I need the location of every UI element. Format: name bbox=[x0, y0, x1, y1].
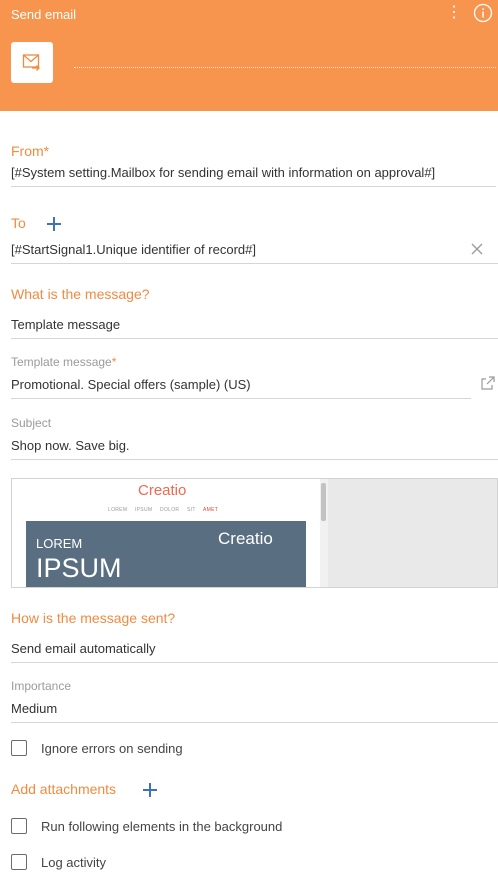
element-icon-button[interactable] bbox=[11, 42, 53, 83]
sending-mode-select[interactable]: Send email automatically bbox=[11, 641, 156, 656]
message-type-underline bbox=[11, 338, 498, 339]
subject-underline bbox=[11, 459, 498, 460]
add-attachments-title: Add attachments bbox=[11, 781, 117, 797]
banner-big-text: IPSUM bbox=[36, 553, 122, 583]
importance-underline bbox=[11, 722, 498, 723]
element-name-input[interactable] bbox=[74, 67, 496, 68]
more-menu-icon[interactable]: ⋮ bbox=[444, 2, 464, 24]
info-icon[interactable] bbox=[473, 3, 493, 23]
to-label: To bbox=[11, 215, 26, 231]
run-background-checkbox[interactable] bbox=[11, 818, 27, 834]
from-underline bbox=[11, 186, 496, 187]
ignore-errors-label: Ignore errors on sending bbox=[41, 741, 183, 756]
subject-field[interactable]: Shop now. Save big. bbox=[11, 438, 130, 453]
template-preview[interactable]: Creatio LOREM IPSUM DOLOR SIT AMET LOREM… bbox=[11, 478, 498, 588]
banner-small-text: LOREM bbox=[36, 536, 83, 551]
subject-label: Subject bbox=[11, 416, 52, 430]
add-recipient-button[interactable] bbox=[46, 216, 62, 232]
template-message-underline bbox=[11, 398, 471, 399]
element-title: Send email bbox=[11, 7, 77, 22]
message-type-select[interactable]: Template message bbox=[11, 317, 120, 332]
element-header: Send email ⋮ bbox=[0, 0, 498, 111]
log-activity-label: Log activity bbox=[41, 855, 107, 870]
from-field[interactable]: [#System setting.Mailbox for sending ema… bbox=[11, 165, 435, 180]
ignore-errors-checkbox[interactable] bbox=[11, 740, 27, 756]
add-attachment-button[interactable] bbox=[142, 782, 158, 798]
preview-scrollbar[interactable] bbox=[320, 479, 328, 587]
template-message-field[interactable]: Promotional. Special offers (sample) (US… bbox=[11, 377, 251, 392]
template-message-label: Template message* bbox=[11, 355, 117, 369]
from-label: From* bbox=[11, 143, 50, 159]
log-activity-checkbox[interactable] bbox=[11, 854, 27, 870]
email-icon bbox=[22, 54, 40, 71]
banner-logo: Creatio bbox=[218, 529, 273, 548]
clear-recipient-icon[interactable] bbox=[470, 242, 484, 256]
sending-section-title: How is the message sent? bbox=[11, 610, 176, 626]
preview-nav: LOREM IPSUM DOLOR SIT AMET bbox=[108, 507, 219, 513]
importance-label: Importance bbox=[11, 679, 72, 693]
to-underline bbox=[11, 263, 498, 264]
preview-content: Creatio LOREM IPSUM DOLOR SIT AMET LOREM… bbox=[12, 479, 322, 587]
preview-logo: Creatio bbox=[138, 482, 187, 499]
run-background-label: Run following elements in the background bbox=[41, 819, 283, 834]
message-section-title: What is the message? bbox=[11, 286, 150, 302]
importance-select[interactable]: Medium bbox=[11, 701, 57, 716]
sending-mode-underline bbox=[11, 662, 498, 663]
preview-scroll-thumb[interactable] bbox=[321, 483, 326, 521]
preview-banner: LOREM IPSUM Creatio bbox=[26, 521, 306, 587]
to-field[interactable]: [#StartSignal1.Unique identifier of reco… bbox=[11, 242, 256, 257]
open-template-icon[interactable] bbox=[480, 375, 496, 391]
